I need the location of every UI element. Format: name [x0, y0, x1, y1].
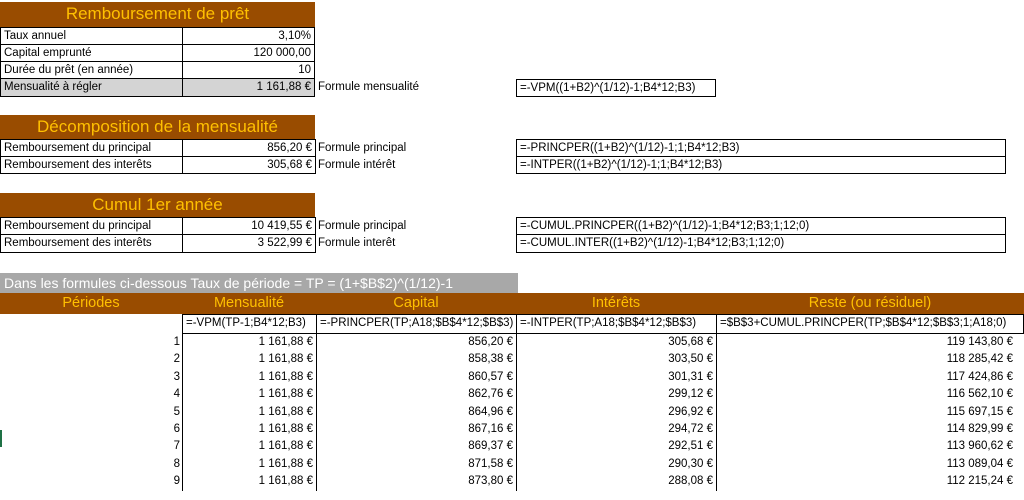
cell-period[interactable]: 3: [0, 369, 183, 386]
row-selection-marker: [0, 430, 8, 447]
cell-capital[interactable]: 856,20 €: [316, 334, 517, 352]
cell-period[interactable]: 4: [0, 386, 183, 403]
cell-remaining[interactable]: 118 285,42 €: [716, 351, 1016, 368]
cell-remaining[interactable]: 113 089,04 €: [716, 456, 1016, 473]
cell-interest[interactable]: 288,08 €: [516, 473, 717, 491]
input-label-duration[interactable]: Durée du prêt (en année): [0, 61, 183, 79]
cumul-formula-interest[interactable]: =-CUMUL.INTER((1+B2)^(1/12)-1;B4*12;B3;1…: [516, 234, 1006, 253]
formula-cell-periods[interactable]: [0, 314, 183, 334]
cell-payment[interactable]: 1 161,88 €: [182, 403, 317, 421]
input-value-rate[interactable]: 3,10%: [182, 27, 315, 45]
cell-interest[interactable]: 299,12 €: [516, 386, 717, 404]
cell-period[interactable]: 9: [0, 473, 183, 490]
cell-period[interactable]: 6: [0, 421, 183, 438]
cell-payment[interactable]: 1 161,88 €: [182, 438, 317, 456]
period-rate-note[interactable]: Dans les formules ci-dessous Taux de pér…: [0, 273, 518, 293]
cell-interest[interactable]: 301,31 €: [516, 368, 717, 387]
cumul-formula-label-principal[interactable]: Formule principal: [315, 218, 515, 235]
cell-capital[interactable]: 867,16 €: [316, 421, 517, 439]
payment-formula-label[interactable]: Formule mensualité: [315, 79, 515, 96]
cell-remaining[interactable]: 115 697,15 €: [716, 404, 1016, 421]
cell-capital[interactable]: 860,57 €: [316, 368, 517, 387]
decomp-value-interest[interactable]: 305,68 €: [182, 156, 316, 174]
input-label-capital[interactable]: Capital emprunté: [0, 44, 183, 62]
cell-payment[interactable]: 1 161,88 €: [182, 351, 317, 369]
cell-remaining[interactable]: 114 829,99 €: [716, 421, 1016, 438]
cell-interest[interactable]: 292,51 €: [516, 438, 717, 456]
cell-capital[interactable]: 873,80 €: [316, 473, 517, 491]
decomp-formula-label-interest[interactable]: Formule intérêt: [315, 157, 515, 174]
cell-period[interactable]: 8: [0, 456, 183, 473]
loan-section-title: Remboursement de prêt: [0, 2, 315, 27]
cumul-value-interest[interactable]: 3 522,99 €: [182, 234, 316, 253]
cell-payment[interactable]: 1 161,88 €: [182, 334, 317, 352]
cell-period[interactable]: 1: [0, 334, 183, 351]
col-header-periods[interactable]: Périodes: [0, 293, 182, 314]
cell-capital[interactable]: 869,37 €: [316, 438, 517, 456]
input-value-capital[interactable]: 120 000,00: [182, 44, 315, 62]
cumul-label-interest[interactable]: Remboursement des interêts: [0, 234, 183, 253]
cell-remaining[interactable]: 117 424,86 €: [716, 369, 1016, 386]
cumul-formula-principal[interactable]: =-CUMUL.PRINCPER((1+B2)^(1/12)-1;B4*12;B…: [516, 217, 1006, 235]
input-value-payment[interactable]: 1 161,88 €: [182, 78, 315, 97]
cell-interest[interactable]: 305,68 €: [516, 334, 717, 352]
formula-cell-interest[interactable]: =-INTPER(TP;A18;$B$4*12;$B$3): [516, 314, 717, 334]
cell-remaining[interactable]: 112 215,24 €: [716, 473, 1016, 490]
cell-remaining[interactable]: 119 143,80 €: [716, 334, 1016, 351]
decomp-value-principal[interactable]: 856,20 €: [182, 139, 316, 157]
cumul-label-principal[interactable]: Remboursement du principal: [0, 217, 183, 235]
cell-period[interactable]: 7: [0, 438, 183, 455]
col-header-payment[interactable]: Mensualité: [182, 293, 316, 314]
cell-remaining[interactable]: 116 562,10 €: [716, 386, 1016, 403]
cell-capital[interactable]: 871,58 €: [316, 455, 517, 474]
input-label-payment[interactable]: Mensualité à régler: [0, 78, 183, 97]
payment-formula[interactable]: =-VPM((1+B2)^(1/12)-1;B4*12;B3): [516, 79, 716, 97]
decomp-formula-label-principal[interactable]: Formule principal: [315, 140, 515, 157]
cell-payment[interactable]: 1 161,88 €: [182, 421, 317, 439]
col-header-remaining[interactable]: Reste (ou résiduel): [716, 293, 1024, 314]
formula-cell-remaining[interactable]: =$B$3+CUMUL.PRINCPER(TP;$B$4*12;$B$3;1;A…: [716, 314, 1024, 334]
decomp-label-principal[interactable]: Remboursement du principal: [0, 139, 183, 157]
formula-cell-capital[interactable]: =-PRINCPER(TP;A18;$B$4*12;$B$3): [316, 314, 517, 334]
cell-remaining[interactable]: 113 960,62 €: [716, 438, 1016, 455]
cell-interest[interactable]: 294,72 €: [516, 421, 717, 439]
cumul-section-title: Cumul 1er année: [0, 193, 315, 217]
cell-payment[interactable]: 1 161,88 €: [182, 473, 317, 491]
cell-interest[interactable]: 303,50 €: [516, 351, 717, 369]
decomp-formula-interest[interactable]: =-INTPER((1+B2)^(1/12)-1;1;B4*12;B3): [516, 156, 1006, 174]
col-header-interest[interactable]: Intérêts: [516, 293, 716, 314]
formula-cell-payment[interactable]: =-VPM(TP-1;B4*12;B3): [182, 314, 317, 334]
input-value-duration[interactable]: 10: [182, 61, 315, 79]
decomp-label-interest[interactable]: Remboursement des interêts: [0, 156, 183, 174]
cell-capital[interactable]: 864,96 €: [316, 403, 517, 421]
input-label-rate[interactable]: Taux annuel: [0, 27, 183, 45]
cumul-formula-label-interest[interactable]: Formule interêt: [315, 235, 515, 252]
col-header-capital[interactable]: Capital: [316, 293, 516, 314]
cell-payment[interactable]: 1 161,88 €: [182, 386, 317, 404]
cell-period[interactable]: 5: [0, 404, 183, 421]
decomposition-section-title: Décomposition de la mensualité: [0, 115, 315, 139]
cumul-value-principal[interactable]: 10 419,55 €: [182, 217, 316, 235]
cell-capital[interactable]: 858,38 €: [316, 351, 517, 369]
cell-payment[interactable]: 1 161,88 €: [182, 455, 317, 474]
cell-interest[interactable]: 296,92 €: [516, 403, 717, 421]
cell-capital[interactable]: 862,76 €: [316, 386, 517, 404]
cell-period[interactable]: 2: [0, 351, 183, 368]
cell-interest[interactable]: 290,30 €: [516, 455, 717, 474]
cell-payment[interactable]: 1 161,88 €: [182, 368, 317, 387]
decomp-formula-principal[interactable]: =-PRINCPER((1+B2)^(1/12)-1;1;B4*12;B3): [516, 139, 1006, 157]
